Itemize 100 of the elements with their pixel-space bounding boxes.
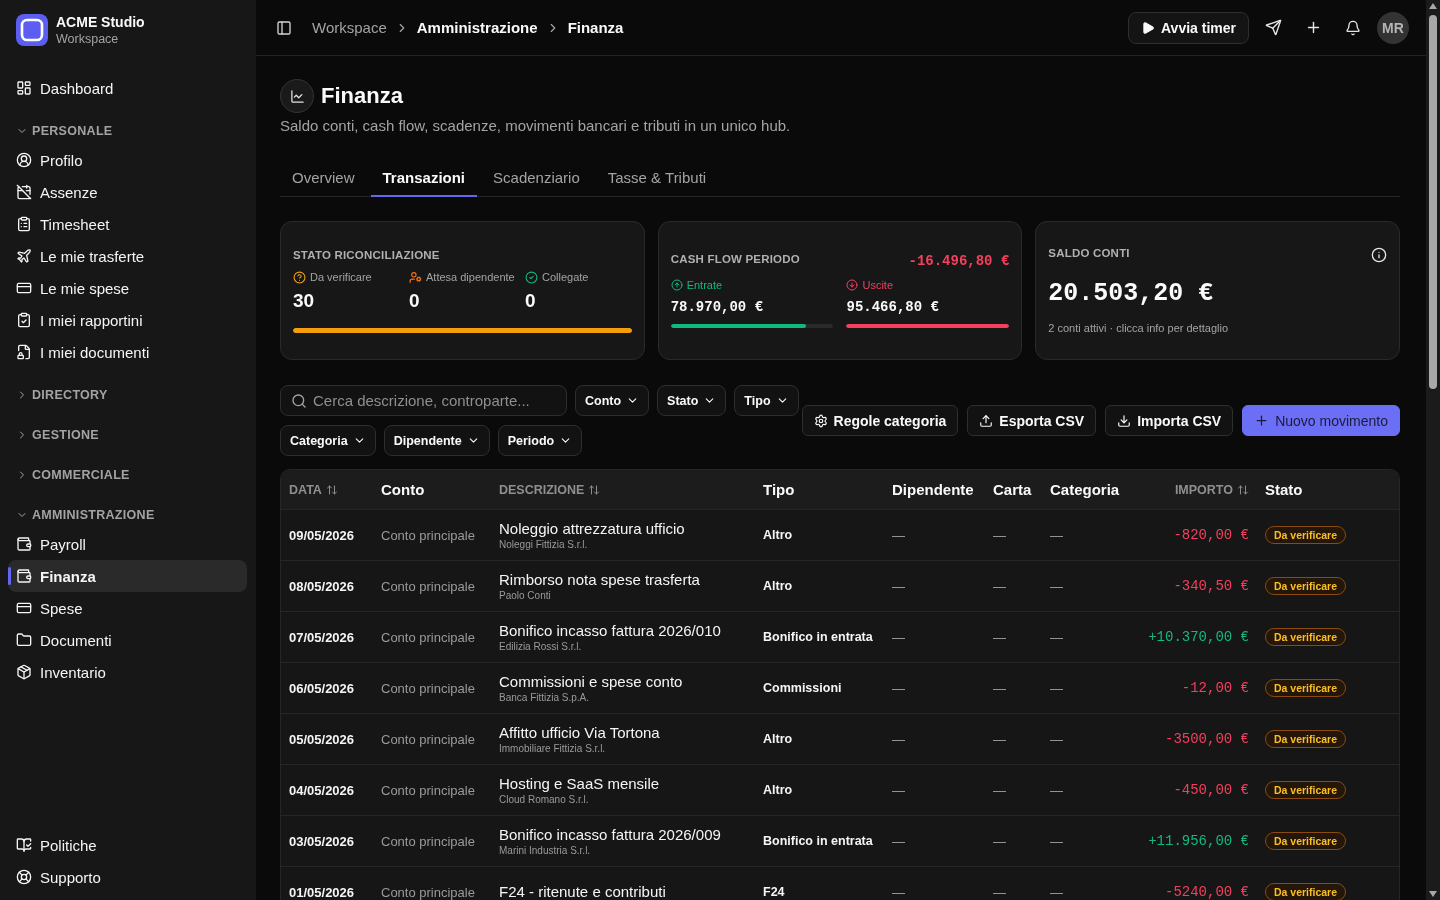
table-cell-text: Conto principale xyxy=(380,526,476,545)
scroll-down-icon[interactable] xyxy=(1429,891,1437,897)
dashboard-icon xyxy=(16,80,32,96)
sidebar-section-header[interactable]: DIRECTORY xyxy=(8,382,247,408)
table-cell-text: 07/05/2026 xyxy=(288,628,356,647)
sidebar-item[interactable]: Documenti xyxy=(8,624,247,656)
tab[interactable]: Scadenziario xyxy=(481,160,592,197)
counterparty-text: Edilizia Rossi S.r.l. xyxy=(499,639,582,653)
info-icon[interactable] xyxy=(1371,247,1387,263)
tab[interactable]: Overview xyxy=(280,160,367,197)
sidebar-section-header[interactable]: PERSONALE xyxy=(8,118,247,144)
brand-subtitle: Workspace xyxy=(56,31,120,47)
filter-dropdown[interactable]: Conto xyxy=(575,385,650,416)
scrollbar-thumb[interactable] xyxy=(1429,15,1437,389)
column-header: Categoria xyxy=(1049,480,1121,500)
stat-value: 0 xyxy=(409,289,420,312)
sidebar-item[interactable]: Timesheet xyxy=(8,208,247,240)
stat-label: Attesa dipendente xyxy=(426,271,515,283)
sidebar-item[interactable]: Le mie trasferte xyxy=(8,240,247,272)
table-cell-text: — xyxy=(992,679,1007,698)
action-button[interactable]: Regole categoria xyxy=(801,405,959,436)
action-button[interactable]: Esporta CSV xyxy=(967,405,1097,436)
sidebar-section-header[interactable]: COMMERCIALE xyxy=(8,462,247,488)
table-cell-text: -5240,00 € xyxy=(1164,883,1250,900)
play-icon xyxy=(1141,20,1156,35)
filter-dropdown[interactable]: Categoria xyxy=(280,425,376,456)
start-timer-button[interactable]: Avvia timer xyxy=(1128,11,1249,44)
user-avatar[interactable]: MR xyxy=(1377,11,1409,44)
sidebar-item[interactable]: Assenze xyxy=(8,176,247,208)
column-header: Conto xyxy=(380,480,426,500)
table-cell-text: Commissioni xyxy=(762,680,843,697)
breadcrumb-link[interactable]: Finanza xyxy=(567,19,624,36)
table-cell-text: — xyxy=(992,781,1007,800)
sidebar-item[interactable]: Payroll xyxy=(8,528,247,560)
sidebar-item[interactable]: Politiche xyxy=(8,829,247,861)
settings-icon xyxy=(813,413,828,428)
filter-dropdown[interactable]: Periodo xyxy=(497,425,583,456)
filter-dropdown[interactable]: Dipendente xyxy=(383,425,490,456)
sidebar-item[interactable]: I miei rapportini xyxy=(8,304,247,336)
card-icon xyxy=(16,600,32,616)
lifebuoy-icon xyxy=(16,869,32,885)
column-header[interactable]: DESCRIZIONE xyxy=(491,470,755,509)
column-header: Stato xyxy=(1264,480,1304,500)
wallet-icon xyxy=(16,568,32,584)
table-cell-text: Conto principale xyxy=(380,679,476,698)
cash-flow-total: -16.496,80 € xyxy=(908,253,1010,269)
sidebar-item[interactable]: Spese xyxy=(8,592,247,624)
tab[interactable]: Transazioni xyxy=(370,160,478,197)
file-lock-icon xyxy=(16,344,32,360)
table-cell-text: Conto principale xyxy=(380,832,476,851)
column-header[interactable]: IMPORTO xyxy=(1122,470,1257,509)
table-cell-text: +11.956,00 € xyxy=(1147,832,1250,851)
balance-note: 2 conti attivi · clicca info per dettaglio xyxy=(1048,322,1229,334)
table-cell-text: Bonifico in entrata xyxy=(762,629,874,646)
breadcrumb-link[interactable]: Amministrazione xyxy=(416,19,538,36)
filter-dropdown[interactable]: Tipo xyxy=(734,385,799,416)
table-cell-text: Altro xyxy=(762,527,794,544)
sort-icon xyxy=(325,483,338,496)
user-gear-icon xyxy=(409,270,422,284)
card-title: CASH FLOW PERIODO xyxy=(670,253,800,265)
tab[interactable]: Tasse & Tributi xyxy=(595,160,719,197)
filter-dropdown[interactable]: Stato xyxy=(657,385,727,416)
sidebar-toggle-icon[interactable] xyxy=(276,19,292,36)
stat-label: Collegate xyxy=(542,271,589,283)
card-title: STATO RICONCILIAZIONE xyxy=(293,248,440,261)
description-text: F24 - ritenute e contributi xyxy=(499,883,666,900)
column-header[interactable]: DATA xyxy=(281,470,373,509)
sidebar-item[interactable]: Inventario xyxy=(8,656,247,688)
sidebar-section-header[interactable]: GESTIONE xyxy=(8,422,247,448)
clipboard-check-icon xyxy=(16,312,32,328)
sidebar-section-header[interactable]: AMMINISTRAZIONE xyxy=(8,502,247,528)
action-button[interactable]: Nuovo movimento xyxy=(1242,405,1400,436)
action-button[interactable]: Importa CSV xyxy=(1105,405,1234,436)
table-cell-text: — xyxy=(992,628,1007,647)
sidebar-item[interactable]: Le mie spese xyxy=(8,272,247,304)
sidebar-item[interactable]: Dashboard xyxy=(8,72,247,104)
table-cell-text: — xyxy=(1049,526,1064,545)
table-cell-text: Conto principale xyxy=(380,577,476,596)
table-cell-text: — xyxy=(1049,679,1064,698)
breadcrumb-link[interactable]: Workspace xyxy=(312,19,387,36)
scroll-up-icon[interactable] xyxy=(1429,3,1437,9)
table-cell-text: Conto principale xyxy=(380,730,476,749)
sidebar-item[interactable]: Finanza xyxy=(8,560,247,592)
description-text: Affitto ufficio Via Tortona xyxy=(499,723,660,742)
question-circle-icon xyxy=(293,270,306,284)
scrollbar[interactable] xyxy=(1426,0,1440,900)
sidebar-item[interactable]: I miei documenti xyxy=(8,336,247,368)
counterparty-text: Banca Fittizia S.p.A. xyxy=(499,690,590,704)
search-field[interactable]: Cerca descrizione, controparte... xyxy=(280,385,567,416)
plus-icon xyxy=(1254,413,1270,428)
stat-label: Da verificare xyxy=(310,271,372,283)
download-icon xyxy=(1117,413,1132,428)
sidebar-item[interactable]: Profilo xyxy=(8,144,247,176)
table-cell-text: — xyxy=(1049,883,1064,900)
flow-label: Uscite xyxy=(862,279,894,291)
sidebar-item[interactable]: Supporto xyxy=(8,861,247,893)
table-cell-text: -820,00 € xyxy=(1172,526,1250,545)
description-text: Hosting e SaaS mensile xyxy=(499,774,660,793)
counterparty-text: Cloud Romano S.r.l. xyxy=(499,792,589,806)
search-icon xyxy=(291,392,307,409)
